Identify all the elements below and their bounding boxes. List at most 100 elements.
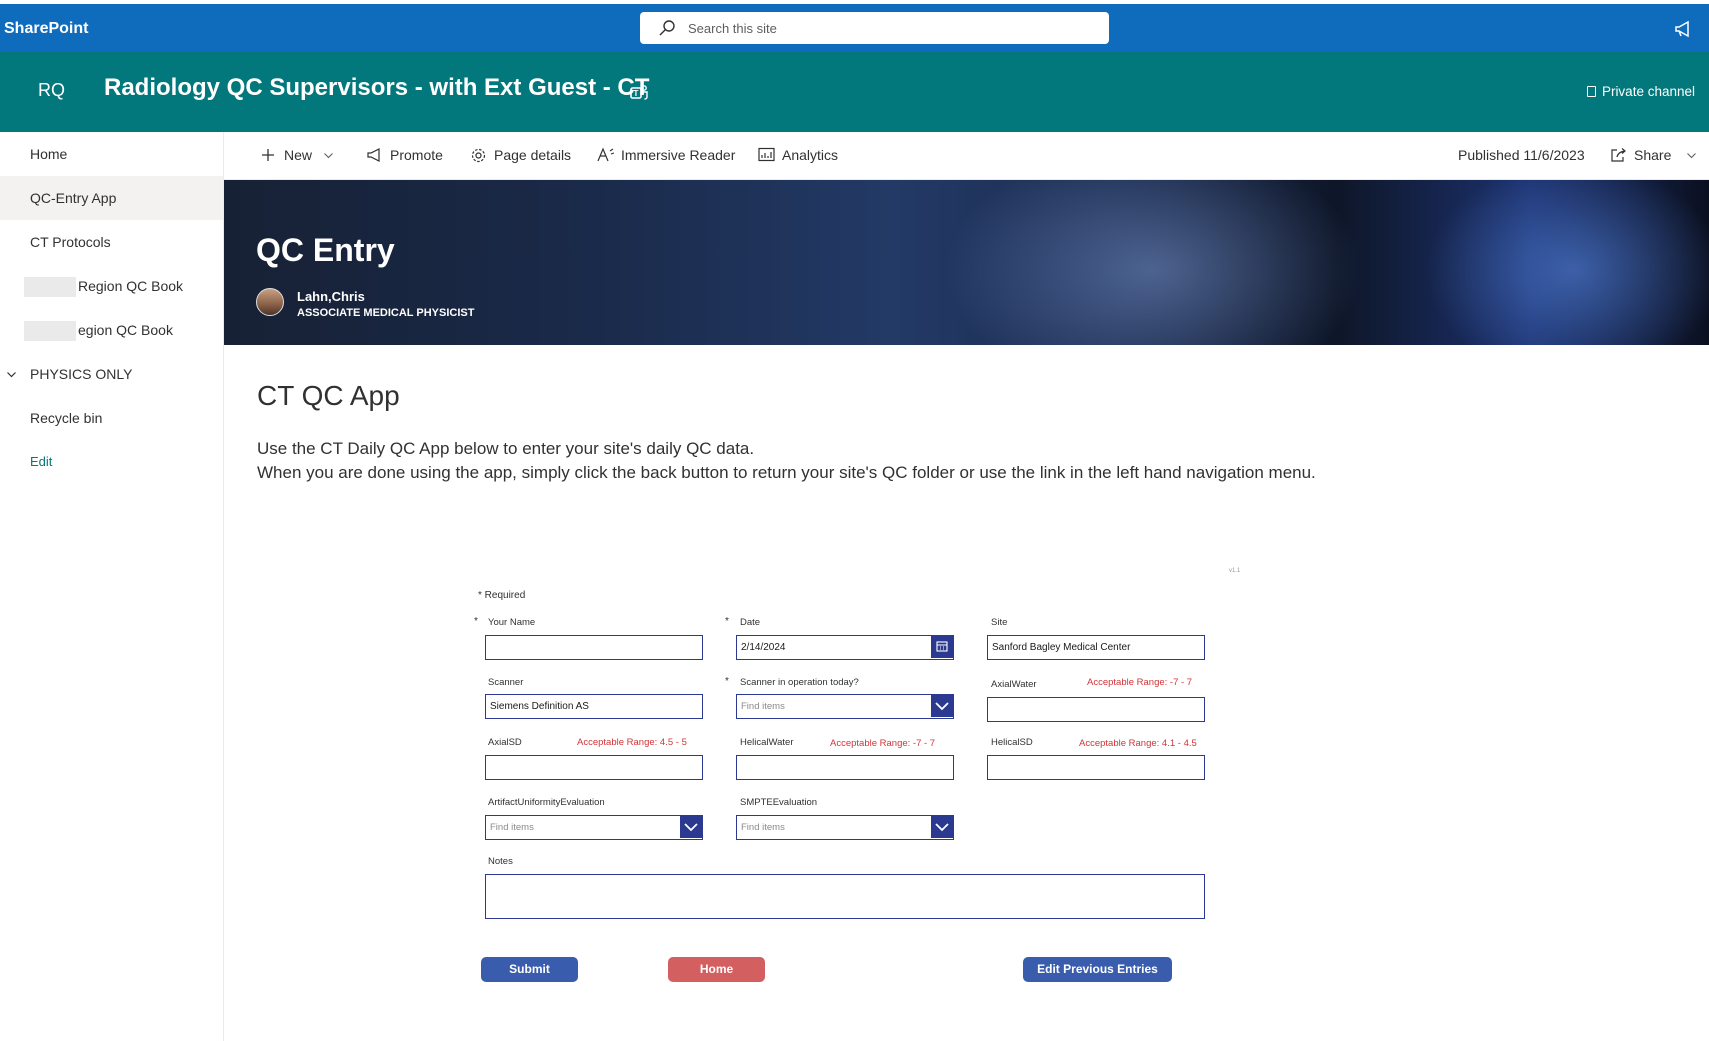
axial-water-label: AxialWater: [991, 679, 1037, 690]
smpte-combobox[interactable]: Find items: [736, 815, 954, 840]
nav-item-home[interactable]: Home: [0, 132, 223, 176]
section-heading: CT QC App: [257, 380, 400, 411]
helical-sd-input[interactable]: [987, 755, 1205, 780]
banner-image-glow: [1424, 180, 1709, 345]
nav-item-region-qc-book-1[interactable]: Region QC Book: [0, 264, 223, 308]
combobox-placeholder: Find items: [490, 822, 534, 833]
lock-icon: [1586, 86, 1596, 97]
submit-button[interactable]: Submit: [481, 957, 578, 982]
promote-button[interactable]: Promote: [366, 147, 443, 163]
chevron-down-icon: [1687, 153, 1697, 159]
nav-item-label: Region QC Book: [78, 278, 184, 294]
site-title[interactable]: Radiology QC Supervisors - with Ext Gues…: [104, 74, 649, 102]
required-star: *: [725, 676, 729, 687]
chevron-down-icon: [324, 153, 333, 159]
megaphone-icon: [367, 148, 380, 162]
search-placeholder: Search this site: [688, 21, 777, 36]
axial-water-input[interactable]: [987, 697, 1205, 722]
author-name[interactable]: Lahn,Chris: [297, 289, 365, 304]
axial-sd-input[interactable]: [485, 755, 703, 780]
chevron-down-icon[interactable]: [7, 370, 16, 379]
new-button[interactable]: New: [260, 147, 333, 163]
artifact-uniformity-label: ArtifactUniformityEvaluation: [488, 797, 605, 808]
immersive-reader-label: Immersive Reader: [621, 147, 736, 163]
nav-item-region-qc-book-2[interactable]: egion QC Book: [0, 308, 223, 352]
description-text: Use the CT Daily QC App below to enter y…: [257, 437, 1316, 485]
author-role: ASSOCIATE MEDICAL PHYSICIST: [297, 307, 475, 319]
scanner-operation-label: Scanner in operation today?: [740, 677, 859, 688]
scanner-operation-combobox[interactable]: Find items: [736, 694, 954, 719]
author-avatar[interactable]: [256, 288, 284, 316]
private-channel-indicator: Private channel: [1586, 84, 1695, 99]
site-search-box[interactable]: Search this site: [640, 12, 1109, 44]
helical-sd-range: Acceptable Range: 4.1 - 4.5: [1079, 738, 1197, 749]
chevron-down-icon[interactable]: [931, 695, 953, 717]
helical-water-input[interactable]: [736, 755, 954, 780]
home-button[interactable]: Home: [668, 957, 765, 982]
gear-icon: [471, 148, 486, 163]
description-line-1: Use the CT Daily QC App below to enter y…: [257, 439, 755, 458]
megaphone-icon[interactable]: [1673, 18, 1695, 40]
page-details-button[interactable]: Page details: [470, 147, 571, 163]
command-bar: New Promote Page details Immersive Reade…: [224, 132, 1709, 180]
nav-item-label: egion QC Book: [78, 322, 173, 338]
description-line-2: When you are done using the app, simply …: [257, 463, 1316, 482]
share-button[interactable]: Share: [1610, 147, 1697, 163]
teams-icon[interactable]: T: [628, 82, 650, 104]
sharepoint-brand[interactable]: SharePoint: [4, 20, 88, 38]
redacted-block: [24, 321, 76, 342]
helical-water-range: Acceptable Range: -7 - 7: [830, 738, 936, 749]
nav-edit-link[interactable]: Edit: [0, 440, 223, 484]
site-label: Site: [991, 617, 1008, 628]
helical-sd-label: HelicalSD: [991, 737, 1033, 748]
plus-icon: [262, 149, 274, 161]
notes-textarea[interactable]: [485, 874, 1205, 919]
combobox-placeholder: Find items: [741, 822, 785, 833]
your-name-input[interactable]: [485, 635, 703, 660]
chevron-down-icon[interactable]: [931, 816, 953, 838]
site-input[interactable]: Sanford Bagley Medical Center: [987, 635, 1205, 660]
date-label: Date: [740, 617, 761, 628]
required-note: * Required: [478, 590, 526, 601]
date-picker[interactable]: 2/14/2024: [736, 635, 954, 660]
your-name-label: Your Name: [488, 617, 536, 628]
nav-item-physics-only[interactable]: PHYSICS ONLY: [0, 352, 223, 396]
axial-sd-label: AxialSD: [488, 737, 522, 748]
app-version: v1.1: [1229, 568, 1241, 574]
published-date: Published 11/6/2023: [1458, 147, 1585, 163]
immersive-reader-button[interactable]: Immersive Reader: [597, 147, 735, 163]
combobox-placeholder: Find items: [741, 701, 785, 712]
scanner-input[interactable]: Siemens Definition AS: [485, 694, 703, 719]
scanner-label: Scanner: [488, 677, 524, 688]
page-title: QC Entry: [256, 232, 395, 268]
nav-item-recycle-bin[interactable]: Recycle bin: [0, 396, 223, 440]
banner-image-glow: [944, 180, 1364, 345]
helical-water-label: HelicalWater: [740, 737, 794, 748]
site-header: RQ Radiology QC Supervisors - with Ext G…: [0, 52, 1709, 132]
analytics-icon: [758, 147, 775, 162]
axial-water-range: Acceptable Range: -7 - 7: [1087, 677, 1193, 688]
notes-label: Notes: [488, 856, 513, 867]
private-channel-label: Private channel: [1601, 84, 1695, 99]
required-star: *: [474, 616, 478, 627]
suite-bar: SharePoint Search this site: [0, 0, 1709, 52]
svg-text:T: T: [634, 89, 639, 98]
nav-item-label: PHYSICS ONLY: [30, 366, 133, 382]
redacted-block: [24, 277, 76, 298]
search-icon: [659, 20, 675, 36]
date-value: 2/14/2024: [741, 642, 786, 653]
nav-item-qc-entry-app[interactable]: QC-Entry App: [0, 176, 223, 220]
qc-entry-app-form: v1.1 * Required * Your Name * Date 2/14/…: [464, 560, 1244, 1000]
artifact-uniformity-combobox[interactable]: Find items: [485, 815, 703, 840]
analytics-button[interactable]: Analytics: [758, 147, 838, 163]
page-banner: QC Entry Lahn,Chris ASSOCIATE MEDICAL PH…: [224, 180, 1709, 345]
required-star: *: [725, 616, 729, 627]
axial-sd-range: Acceptable Range: 4.5 - 5: [577, 737, 687, 748]
chevron-down-icon[interactable]: [680, 816, 702, 838]
edit-previous-entries-button[interactable]: Edit Previous Entries: [1023, 957, 1172, 982]
calendar-icon[interactable]: [931, 636, 953, 658]
immersive-reader-icon: [597, 147, 615, 162]
site-logo[interactable]: RQ: [38, 80, 65, 101]
nav-item-ct-protocols[interactable]: CT Protocols: [0, 220, 223, 264]
left-navigation: Home QC-Entry App CT Protocols Region QC…: [0, 132, 224, 1041]
